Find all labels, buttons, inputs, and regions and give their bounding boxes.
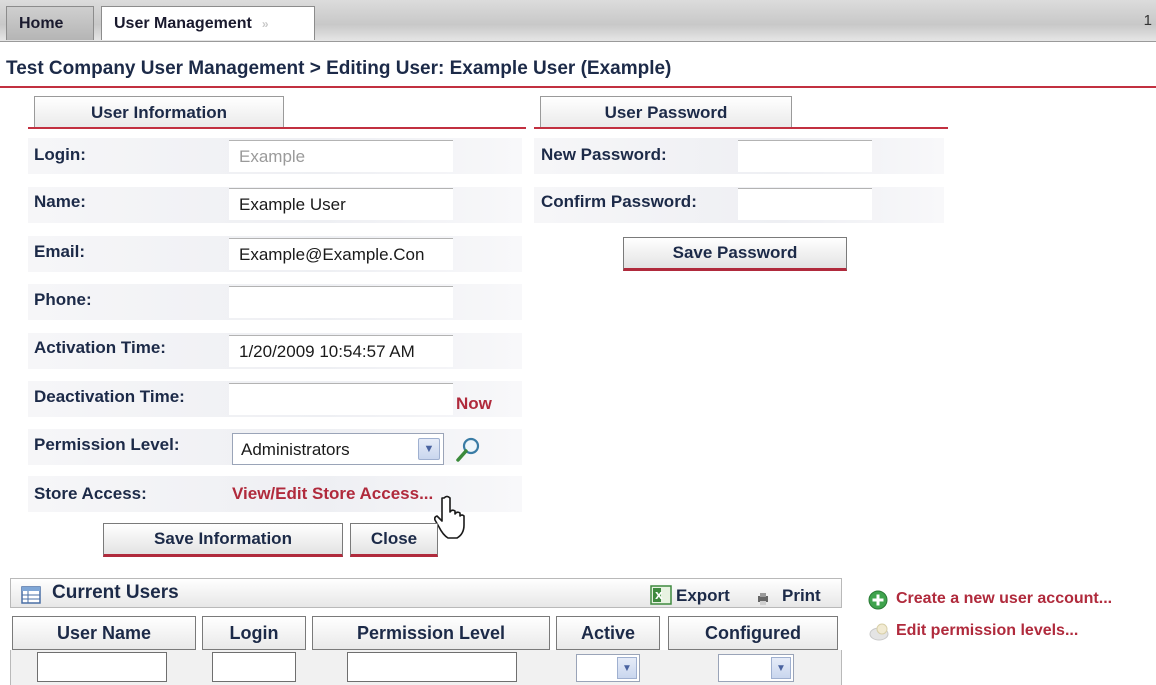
filter-user-name-input[interactable] bbox=[37, 652, 167, 682]
tab-user-password-label: User Password bbox=[604, 102, 728, 122]
column-header-permission-level[interactable]: Permission Level bbox=[312, 616, 550, 650]
close-button[interactable]: Close bbox=[350, 523, 438, 557]
column-header-label: Configured bbox=[705, 622, 801, 643]
activation-time-label: Activation Time: bbox=[34, 338, 166, 357]
column-header-login[interactable]: Login bbox=[202, 616, 306, 650]
section-divider-password bbox=[534, 127, 948, 129]
login-field: Example bbox=[229, 140, 453, 172]
store-access-link[interactable]: View/Edit Store Access... bbox=[232, 484, 433, 504]
save-information-label: Save Information bbox=[154, 529, 292, 548]
tab-overflow-number: 1 bbox=[1143, 12, 1152, 29]
column-header-active[interactable]: Active bbox=[556, 616, 660, 650]
save-information-button[interactable]: Save Information bbox=[103, 523, 343, 557]
permission-level-label: Permission Level: bbox=[34, 435, 180, 454]
column-header-label: User Name bbox=[56, 622, 152, 643]
now-link[interactable]: Now bbox=[456, 394, 492, 414]
permission-levels-icon[interactable] bbox=[868, 622, 890, 642]
export-button[interactable]: Export bbox=[676, 586, 730, 606]
close-label: Close bbox=[370, 529, 418, 548]
name-label: Name: bbox=[34, 192, 86, 211]
email-label: Email: bbox=[34, 242, 86, 261]
breadcrumb-divider bbox=[0, 86, 1156, 88]
save-password-label: Save Password bbox=[672, 243, 798, 262]
create-user-link[interactable]: Create a new user account... bbox=[896, 590, 1112, 608]
confirm-password-label: Confirm Password: bbox=[541, 192, 697, 211]
filter-active-select[interactable]: ▼ bbox=[576, 654, 640, 682]
column-header-user-name[interactable]: User Name bbox=[12, 616, 196, 650]
add-icon[interactable] bbox=[868, 590, 888, 610]
hand-cursor-icon bbox=[434, 495, 465, 539]
tab-user-password[interactable]: User Password bbox=[540, 96, 792, 128]
tab-user-management[interactable]: User Management » bbox=[101, 6, 315, 40]
tab-home-label: Home bbox=[19, 14, 64, 32]
phone-label: Phone: bbox=[34, 290, 92, 309]
filter-permission-level-input[interactable] bbox=[347, 652, 517, 682]
deactivation-time-field[interactable] bbox=[229, 383, 453, 415]
login-label: Login: bbox=[34, 145, 86, 164]
print-button[interactable]: Print bbox=[782, 586, 821, 606]
new-password-field[interactable] bbox=[738, 140, 872, 172]
permission-level-value: Administrators bbox=[241, 440, 350, 459]
tab-user-information[interactable]: User Information bbox=[34, 96, 284, 128]
phone-field[interactable] bbox=[229, 286, 453, 318]
chevron-down-icon[interactable]: ▼ bbox=[617, 657, 637, 679]
printer-icon[interactable] bbox=[756, 592, 770, 606]
edit-permission-levels-link[interactable]: Edit permission levels... bbox=[896, 622, 1078, 640]
permission-level-select[interactable]: Administrators ▼ bbox=[232, 433, 444, 465]
save-password-button[interactable]: Save Password bbox=[623, 237, 847, 271]
column-header-label: Login bbox=[229, 622, 279, 643]
tab-user-management-label: User Management bbox=[114, 14, 252, 32]
filter-configured-select[interactable]: ▼ bbox=[718, 654, 794, 682]
column-header-label: Permission Level bbox=[356, 622, 506, 643]
section-divider-user-info bbox=[28, 127, 526, 129]
tab-user-information-label: User Information bbox=[90, 102, 228, 122]
name-field[interactable]: Example User bbox=[229, 188, 453, 220]
tab-close-icon[interactable]: » bbox=[262, 17, 269, 31]
column-header-configured[interactable]: Configured bbox=[668, 616, 838, 650]
excel-export-icon[interactable]: X bbox=[650, 584, 672, 606]
column-header-label: Active bbox=[580, 622, 636, 643]
tab-strip: Home User Management » 1 bbox=[0, 0, 1156, 42]
confirm-password-field[interactable] bbox=[738, 188, 872, 220]
table-icon bbox=[21, 586, 41, 604]
deactivation-time-label: Deactivation Time: bbox=[34, 387, 185, 406]
activation-time-field[interactable]: 1/20/2009 10:54:57 AM bbox=[229, 335, 453, 367]
store-access-label: Store Access: bbox=[34, 484, 147, 503]
email-field[interactable]: Example@Example.Con bbox=[229, 238, 453, 270]
filter-login-input[interactable] bbox=[212, 652, 296, 682]
tab-home[interactable]: Home bbox=[6, 6, 94, 40]
chevron-down-icon[interactable]: ▼ bbox=[418, 438, 440, 460]
breadcrumb: Test Company User Management > Editing U… bbox=[6, 58, 672, 79]
chevron-down-icon[interactable]: ▼ bbox=[771, 657, 791, 679]
new-password-label: New Password: bbox=[541, 145, 667, 164]
svg-text:X: X bbox=[655, 591, 663, 602]
grid-title: Current Users bbox=[52, 582, 179, 603]
magnifier-icon[interactable] bbox=[454, 436, 482, 464]
